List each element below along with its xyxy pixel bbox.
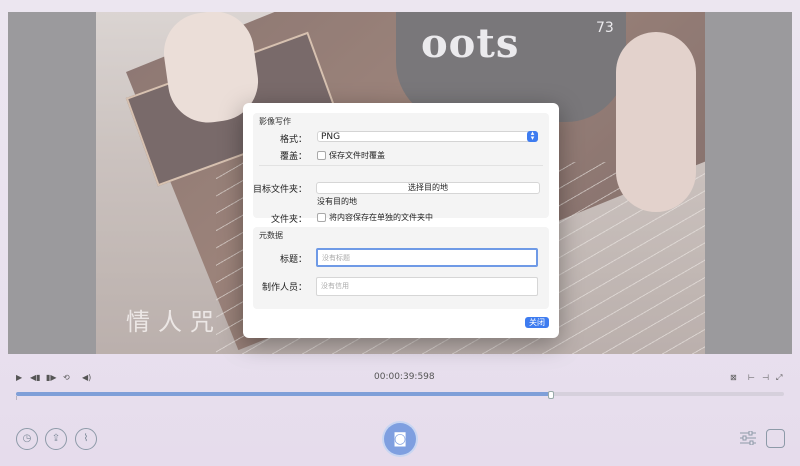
timer-button[interactable]: ◷ bbox=[16, 428, 38, 450]
timeline-playhead[interactable] bbox=[547, 391, 554, 399]
mark-out-icon[interactable]: ⊣ bbox=[762, 373, 769, 382]
divider bbox=[259, 165, 543, 166]
play-icon[interactable]: ▶ bbox=[16, 373, 22, 382]
image-export-dialog: 影像写作 格式： PNG ▴ ▾ 覆盖： 保存文件时覆盖 目标文件夹： 选择目的地… bbox=[243, 103, 559, 338]
overwrite-checkbox[interactable] bbox=[317, 151, 326, 160]
format-label: 格式： bbox=[279, 135, 307, 145]
title-label: 标题： bbox=[279, 255, 307, 265]
timeline-progress bbox=[16, 392, 550, 396]
separate-folder-checkbox-label: 将内容保存在单独的文件夹中 bbox=[329, 213, 433, 222]
choose-destination-button[interactable]: 选择目的地 bbox=[316, 182, 540, 194]
share-icon: ⇪ bbox=[51, 433, 61, 444]
destination-status: 没有目的地 bbox=[317, 197, 357, 206]
mark-in-icon[interactable]: ⊢ bbox=[748, 373, 755, 382]
timecode: 00:00:39:598 bbox=[374, 372, 435, 382]
folder-label: 文件夹： bbox=[270, 215, 307, 225]
paperclip-icon: ⌇ bbox=[83, 433, 89, 444]
timeline-scrubber[interactable] bbox=[16, 391, 784, 399]
attach-button[interactable]: ⌇ bbox=[75, 428, 97, 450]
loop-icon[interactable]: ⟲ bbox=[63, 373, 70, 382]
panel-toggle-button[interactable] bbox=[766, 429, 785, 448]
share-button[interactable]: ⇪ bbox=[45, 428, 67, 450]
sliders-icon[interactable] bbox=[740, 431, 756, 445]
camera-icon: ◙ bbox=[393, 431, 407, 447]
title-placeholder: 没有标题 bbox=[322, 254, 350, 262]
step-back-icon[interactable]: ◀▮ bbox=[30, 373, 41, 382]
overwrite-checkbox-label: 保存文件时覆盖 bbox=[329, 151, 385, 160]
destination-label: 目标文件夹： bbox=[253, 185, 308, 195]
creator-placeholder: 没有信用 bbox=[321, 282, 349, 290]
capture-button[interactable]: ◙ bbox=[384, 423, 416, 455]
fullscreen-icon[interactable]: ⤢ bbox=[776, 373, 782, 383]
select-stepper-icon: ▴ ▾ bbox=[527, 130, 538, 142]
title-input[interactable]: 没有标题 bbox=[316, 248, 538, 267]
creator-label: 制作人员： bbox=[261, 283, 307, 293]
timeline-tick bbox=[16, 396, 17, 400]
group-title-image-writing: 影像写作 bbox=[259, 117, 291, 126]
step-forward-icon[interactable]: ▮▶ bbox=[46, 373, 57, 382]
separate-folder-checkbox[interactable] bbox=[317, 213, 326, 222]
overwrite-label: 覆盖： bbox=[279, 152, 307, 162]
close-button[interactable]: 关闭 bbox=[525, 317, 549, 328]
creator-input[interactable]: 没有信用 bbox=[316, 277, 538, 296]
group-title-metadata: 元数据 bbox=[259, 231, 283, 240]
timer-icon: ◷ bbox=[22, 433, 32, 444]
format-value: PNG bbox=[321, 132, 341, 142]
crop-icon[interactable]: ⊠ bbox=[730, 373, 737, 382]
metadata-group: 元数据 标题： 没有标题 制作人员： 没有信用 bbox=[253, 227, 549, 309]
image-writing-group: 影像写作 格式： PNG ▴ ▾ 覆盖： 保存文件时覆盖 目标文件夹： 选择目的地… bbox=[253, 113, 549, 225]
volume-icon[interactable]: ◀) bbox=[82, 373, 91, 382]
format-select[interactable]: PNG ▴ ▾ bbox=[317, 130, 538, 142]
